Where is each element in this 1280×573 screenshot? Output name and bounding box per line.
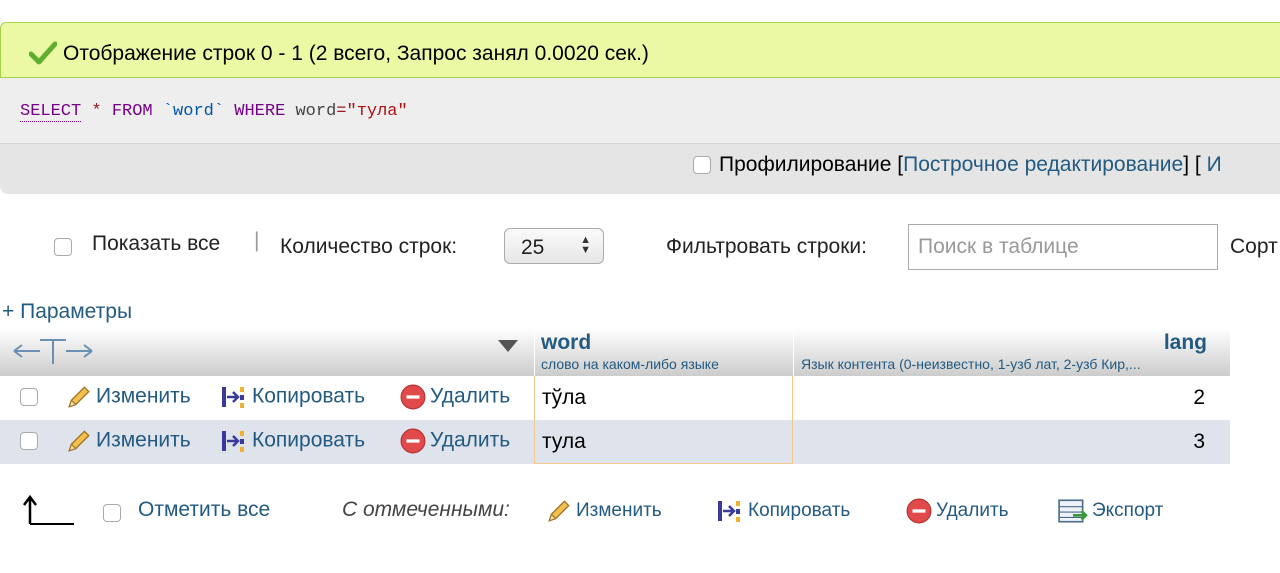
table-search-input[interactable] — [908, 224, 1218, 270]
sql-star: * — [91, 102, 102, 121]
pencil-icon — [68, 430, 90, 452]
rows-count-select[interactable]: 25 ▲ ▼ — [504, 228, 604, 264]
cell-lang[interactable]: 2 — [793, 386, 1205, 410]
row-edit-button[interactable]: Изменить — [66, 428, 191, 454]
bulk-copy-label: Копировать — [748, 500, 851, 522]
sql-operator: = — [336, 102, 347, 121]
sql-table-name: `word` — [162, 102, 225, 121]
column-header-word[interactable]: word слово на каком-либо языке — [534, 328, 793, 376]
table-row: Изменить Копировать Удалить тула 3 — [0, 420, 1230, 464]
success-message-text: Отображение строк 0 - 1 (2 всего, Запрос… — [63, 42, 649, 65]
rows-count-value: 25 — [521, 236, 545, 259]
pencil-icon — [548, 500, 570, 522]
bulk-delete-label: Удалить — [936, 500, 1009, 522]
sql-query-area[interactable]: SELECT * FROM `word` WHERE word="тула" — [0, 78, 1280, 144]
bracket-close: ] [ — [1183, 153, 1201, 176]
cell-word[interactable]: тула — [534, 420, 793, 464]
cell-word[interactable]: тўла — [534, 376, 793, 420]
select-arrows-icon: ▲ ▼ — [580, 234, 591, 256]
more-link[interactable]: И — [1207, 153, 1222, 176]
row-edit-label: Изменить — [96, 384, 191, 408]
copy-insert-icon — [718, 501, 740, 522]
checkmark-icon — [29, 41, 57, 65]
show-all-label: Показать все — [92, 232, 221, 255]
bulk-export-label: Экспорт — [1092, 500, 1164, 522]
sort-label: Сорт — [1230, 235, 1278, 258]
sql-keyword-select[interactable]: SELECT — [20, 102, 82, 122]
sql-keyword-from: FROM — [111, 102, 153, 121]
bulk-export-button[interactable]: Экспорт — [1058, 498, 1163, 524]
dropdown-triangle-icon[interactable] — [498, 340, 518, 352]
header-controls — [0, 328, 534, 376]
sql-string-value: "тула" — [346, 102, 408, 121]
delete-icon — [906, 498, 932, 524]
show-all-checkbox[interactable] — [54, 238, 72, 256]
row-copy-button[interactable]: Копировать — [220, 384, 365, 410]
column-header-lang[interactable]: lang Язык контента (0-неизвестно, 1-узб … — [793, 328, 1231, 376]
export-icon — [1058, 499, 1088, 523]
bulk-edit-label: Изменить — [576, 500, 662, 522]
arrow-up-left-icon — [23, 494, 74, 525]
row-copy-label: Копировать — [252, 384, 366, 408]
bulk-delete-button[interactable]: Удалить — [906, 498, 1009, 524]
bulk-edit-button[interactable]: Изменить — [546, 498, 662, 524]
options-link[interactable]: + Параметры — [2, 300, 132, 324]
column-comment-lang: Язык контента (0-неизвестно, 1-узб лат, … — [801, 356, 1141, 372]
copy-insert-icon — [222, 431, 244, 452]
profiling-label: Профилирование — [719, 153, 892, 176]
sql-column-name: word — [295, 102, 337, 121]
row-delete-button[interactable]: Удалить — [400, 428, 510, 454]
bulk-copy-button[interactable]: Копировать — [716, 498, 850, 524]
bulk-actions-bar: Отметить все С отмеченными: Изменить Коп… — [0, 488, 1280, 532]
table-header: word слово на каком-либо языке lang Язык… — [0, 328, 1230, 376]
controls-separator: | — [254, 229, 260, 252]
column-comment-word: слово на каком-либо языке — [541, 356, 719, 372]
row-checkbox[interactable] — [20, 432, 38, 450]
row-delete-label: Удалить — [430, 428, 511, 452]
profiling-checkbox[interactable] — [693, 156, 711, 175]
with-selected-label: С отмеченными: — [342, 498, 510, 521]
success-message-banner: Отображение строк 0 - 1 (2 всего, Запрос… — [0, 22, 1280, 78]
check-all-checkbox[interactable] — [103, 504, 121, 522]
rows-count-label: Количество строк: — [280, 235, 458, 258]
check-all-link[interactable]: Отметить все — [138, 498, 270, 522]
navigation-controls: Показать все | Количество строк: 25 ▲ ▼ Ф… — [0, 222, 1280, 272]
column-name-lang[interactable]: lang — [1164, 331, 1207, 355]
row-copy-button[interactable]: Копировать — [220, 428, 365, 454]
table-row: Изменить Копировать Удалить тўла 2 — [0, 376, 1230, 420]
row-edit-label: Изменить — [96, 428, 191, 452]
row-checkbox[interactable] — [20, 388, 38, 406]
column-name-word[interactable]: word — [541, 331, 591, 355]
delete-icon — [400, 428, 426, 454]
copy-insert-icon — [222, 387, 244, 408]
row-edit-button[interactable]: Изменить — [66, 384, 191, 410]
sql-query-text: SELECT * FROM `word` WHERE word="тула" — [20, 102, 408, 122]
row-copy-label: Копировать — [252, 428, 366, 452]
row-delete-label: Удалить — [430, 384, 511, 408]
query-links-bar: Профилирование [Построчное редактировани… — [693, 153, 1222, 177]
row-delete-button[interactable]: Удалить — [400, 384, 510, 410]
cell-lang[interactable]: 3 — [793, 430, 1205, 454]
delete-icon — [400, 384, 426, 410]
column-resize-arrows-icon[interactable] — [10, 336, 100, 366]
pencil-icon — [68, 386, 90, 408]
inline-edit-link[interactable]: Построчное редактирование — [903, 153, 1183, 176]
filter-rows-label: Фильтровать строки: — [666, 235, 867, 258]
sql-keyword-where: WHERE — [234, 102, 286, 121]
